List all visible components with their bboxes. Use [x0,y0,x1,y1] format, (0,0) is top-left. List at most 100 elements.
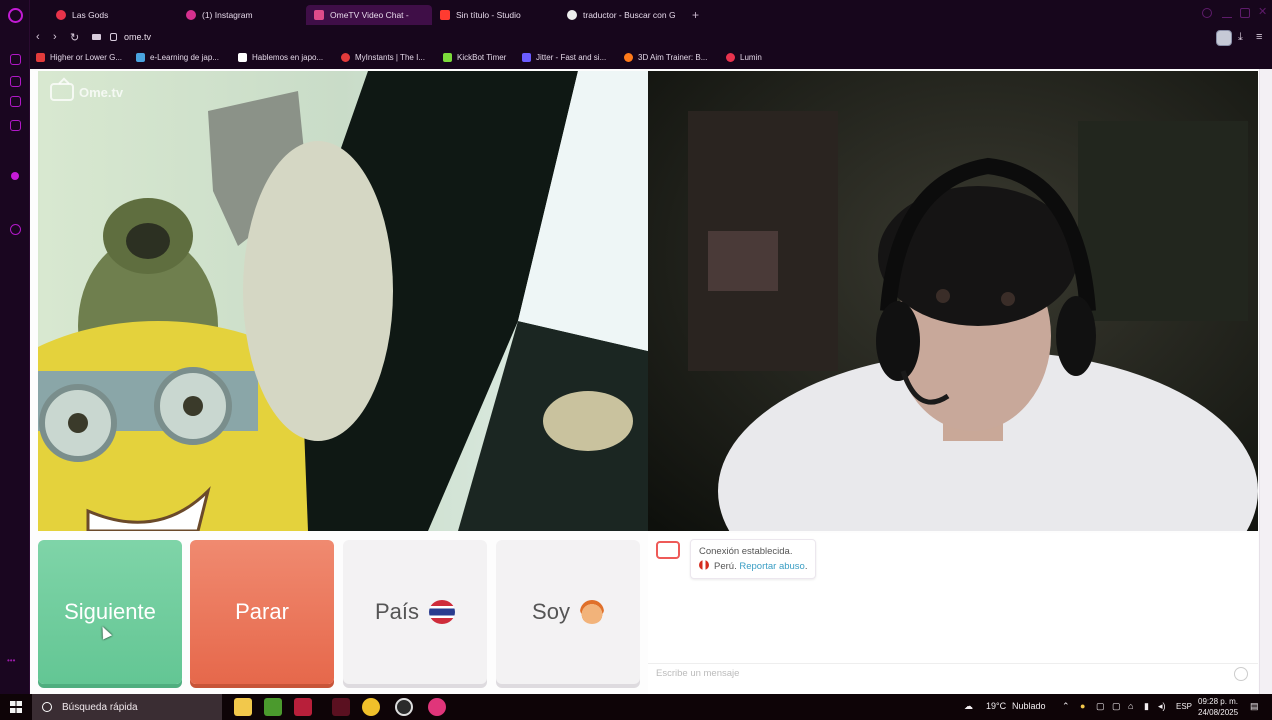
app-icon[interactable] [294,698,312,716]
tab-label: (1) Instagram [202,10,253,20]
bookmark-favicon-icon [726,53,735,62]
bookmark-item[interactable]: Lumin [726,53,762,62]
warning-icon[interactable] [10,76,21,87]
tray-app-icon[interactable]: ● [1080,701,1085,711]
tab-studio[interactable]: Sin título - Studio [440,5,560,25]
partner-country-line: Perú. Reportar abuso. [699,559,807,574]
tab-label: traductor - Buscar con G [583,10,676,20]
message-input[interactable]: Escribe un mensaje [656,668,739,679]
bookmark-favicon-icon [36,53,45,62]
twitch-icon[interactable] [10,96,21,107]
language-indicator[interactable]: ESP [1176,702,1192,711]
search-icon [42,702,52,712]
download-icon[interactable]: ⤓ [1238,31,1243,44]
network-icon[interactable]: ⌂ [1128,701,1133,711]
app-icon[interactable] [362,698,380,716]
close-icon[interactable]: ✕ [1258,5,1268,18]
file-explorer-icon[interactable] [234,698,252,716]
report-abuse-link[interactable]: Reportar abuso [739,561,804,572]
opera-gx-logo-icon[interactable] [8,8,23,23]
weather-desc[interactable]: Nublado [1012,701,1046,711]
bookmark-item[interactable]: 3D Aim Trainer: B... [624,53,707,62]
bookmark-label: KickBot Timer [457,53,507,62]
taskbar-clock[interactable]: 09:28 p. m. 24/08/2025 [1198,696,1238,718]
bookmark-label: e-Learning de jap... [150,53,219,62]
stop-button[interactable]: Parar [190,540,334,684]
minimize-icon[interactable] [1222,8,1232,18]
menu-icon[interactable]: ≡ [1256,31,1262,43]
gx-control-icon[interactable] [10,54,21,65]
sidebar-more-icon[interactable]: ••• [7,656,15,665]
bookmark-item[interactable]: MyInstants | The I... [341,53,425,62]
tab-instagram[interactable]: (1) Instagram [186,5,306,25]
opera-gx-icon[interactable] [428,698,446,716]
lock-icon[interactable] [110,33,117,41]
url-field[interactable]: ome.tv [124,32,151,42]
bookmark-item[interactable]: Hablemos en japo... [238,53,323,62]
bookmark-label: Lumin [740,53,762,62]
peru-flag-icon [699,560,709,570]
tab-google-search[interactable]: traductor - Buscar con G [567,5,681,25]
camera-icon[interactable] [92,34,101,40]
microphone-icon[interactable]: ▮ [1144,701,1149,712]
tab-label: Las Gods [72,10,109,20]
profile-avatar[interactable] [1216,30,1232,46]
obs-icon[interactable] [395,698,413,716]
music-player-icon[interactable] [11,172,19,180]
windows-start-icon[interactable] [10,701,22,713]
bookmark-favicon-icon [238,53,247,62]
tray-overflow-icon[interactable]: ⌃ [1062,701,1070,712]
settings-icon[interactable] [10,224,21,235]
volume-icon[interactable]: ◂) [1158,701,1166,712]
taskbar-search[interactable]: Búsqueda rápida [32,694,222,720]
country-flag-icon [429,600,456,624]
notifications-icon[interactable]: ▤ [1250,701,1259,712]
bookmark-item[interactable]: KickBot Timer [443,53,506,62]
new-tab-button[interactable]: + [692,8,699,22]
forward-icon[interactable]: › [53,31,57,43]
bookmark-item[interactable]: Jitter - Fast and si... [522,53,606,62]
tab-favicon-icon [56,10,66,20]
ometv-chat-logo-icon [656,541,680,559]
bookmark-favicon-icon [136,53,145,62]
gender-button[interactable]: Soy [496,540,640,684]
maximize-icon[interactable] [1240,8,1250,18]
address-bar: ‹ › ↻ ome.tv ⤓ ≡ [30,29,1272,49]
emoji-icon[interactable] [1234,667,1248,681]
browser-sidebar: ••• [0,0,30,694]
instagram-icon [186,10,196,20]
gender-button-label: Soy [532,599,570,624]
app-icon[interactable] [332,698,350,716]
bookmark-label: 3D Aim Trainer: B... [638,53,708,62]
tab-label: OmeTV Video Chat - [330,10,409,20]
bookmark-label: Hablemos en japo... [252,53,324,62]
bookmark-label: Higher or Lower G... [50,53,123,62]
chat-divider [648,663,1258,664]
back-icon[interactable]: ‹ [36,31,40,43]
tray-app-icon[interactable]: ▢ [1096,701,1105,712]
bookmark-favicon-icon [624,53,633,62]
tab-ometv[interactable]: OmeTV Video Chat - [306,5,432,25]
ometv-page: Ome.tv Siguiente Parar País Soy Conexión… [30,69,1272,694]
bookmark-item[interactable]: Higher or Lower G... [36,53,122,62]
weather-icon[interactable]: ☁ [964,701,973,712]
next-button[interactable]: Siguiente [38,540,182,684]
minecraft-icon[interactable] [264,698,282,716]
reload-icon[interactable]: ↻ [70,31,79,44]
country-filter-button[interactable]: País [343,540,487,684]
tab-las-gods[interactable]: Las Gods [56,5,176,25]
report-suffix: . [804,561,808,572]
page-scrollbar[interactable] [1259,69,1272,694]
bookmarks-bar: Higher or Lower G... e-Learning de jap..… [30,49,1272,69]
ometv-logo[interactable]: Ome.tv [50,83,123,101]
clock-date: 24/08/2025 [1198,708,1239,717]
google-icon [567,10,577,20]
tray-app-icon[interactable]: ▢ [1112,701,1121,712]
taskbar-search-label: Búsqueda rápida [62,701,138,713]
search-tabs-icon[interactable] [1202,8,1212,18]
local-video: Ome.tv [38,71,648,531]
instagram-icon[interactable] [10,120,21,131]
weather-temp[interactable]: 19°C [986,701,1006,711]
youtube-icon [440,10,450,20]
bookmark-item[interactable]: e-Learning de jap... [136,53,219,62]
